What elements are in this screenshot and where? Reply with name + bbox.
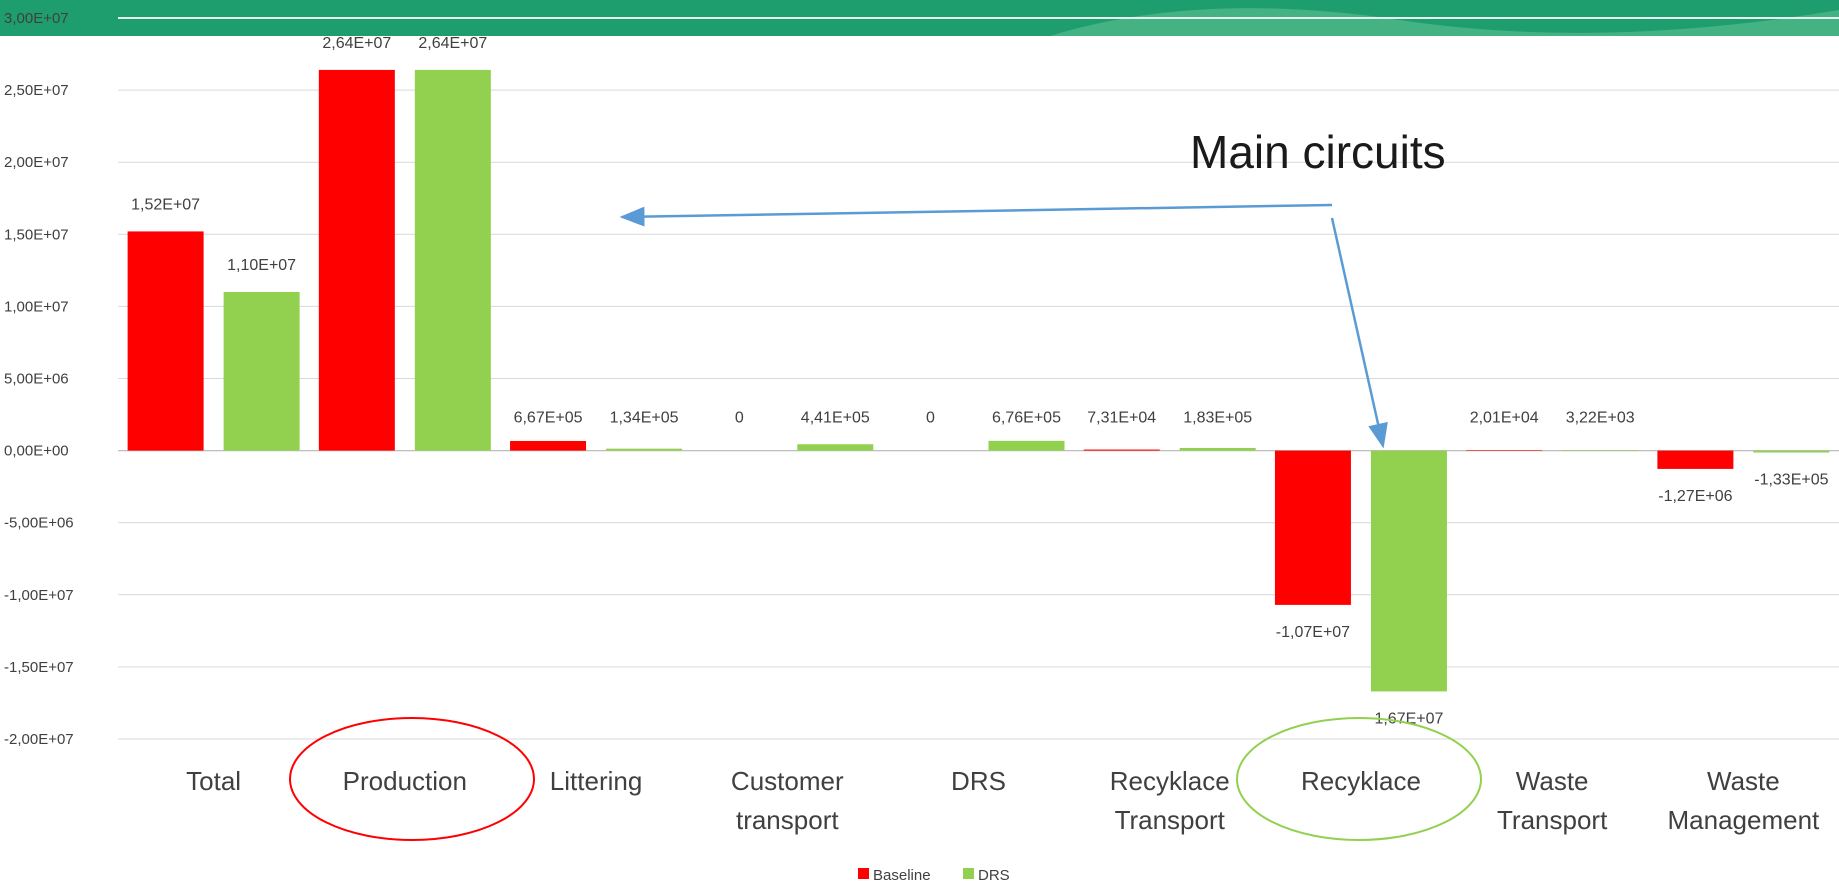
bar-drs — [1753, 450, 1830, 453]
x-category-label: Production — [343, 766, 467, 796]
y-tick-label: 5,00E+06 — [4, 371, 69, 388]
chart: -2,00E+07 -1,50E+07 -1,00E+07 -5,00E+06 0,00… — [0, 0, 1839, 884]
x-category-label: Waste — [1707, 766, 1780, 796]
y-tick-label: 1,50E+07 — [4, 226, 69, 243]
data-label-baseline: 2,01E+04 — [1470, 410, 1539, 427]
bars — [127, 69, 1830, 692]
data-label-baseline: 2,64E+07 — [322, 35, 391, 52]
x-category-label: Recyklace — [1110, 766, 1230, 796]
bar-baseline — [1657, 450, 1734, 469]
legend-label-drs: DRS — [978, 867, 1010, 884]
data-label-drs: 6,76E+05 — [992, 410, 1061, 427]
data-label-drs: 3,22E+03 — [1566, 410, 1635, 427]
bar-baseline — [318, 69, 395, 451]
bar-baseline — [1274, 450, 1351, 605]
bar-baseline — [1083, 449, 1160, 451]
x-category-label: Waste — [1516, 766, 1589, 796]
bar-baseline — [1466, 450, 1543, 451]
data-label-drs: 1,83E+05 — [1183, 410, 1252, 427]
bar-drs — [1562, 450, 1639, 452]
y-tick-label: -1,00E+07 — [4, 587, 74, 604]
x-category-label: DRS — [951, 766, 1006, 796]
x-category-label: Management — [1668, 805, 1821, 835]
data-label-drs: 1,10E+07 — [227, 257, 296, 274]
data-label-baseline: -1,27E+06 — [1658, 488, 1732, 505]
y-tick-label: 2,50E+07 — [4, 82, 69, 99]
x-category-label: Customer — [731, 766, 844, 796]
y-axis: -2,00E+07 -1,50E+07 -1,00E+07 -5,00E+06 0,00… — [4, 10, 74, 748]
annotation-arrow-left — [619, 203, 1333, 227]
legend: Baseline DRS — [858, 867, 1010, 884]
y-tick-label: 2,00E+07 — [4, 154, 69, 171]
bar-drs — [606, 448, 683, 451]
bar-drs — [223, 291, 300, 451]
bar-drs — [1370, 450, 1447, 692]
data-label-baseline: 0 — [926, 410, 935, 427]
bar-drs — [1179, 447, 1256, 451]
x-category-label: Recyklace — [1301, 766, 1421, 796]
x-category-label: transport — [736, 805, 839, 835]
bar-baseline — [510, 440, 587, 451]
y-tick-label: -1,50E+07 — [4, 659, 74, 676]
y-tick-label: -2,00E+07 — [4, 731, 74, 748]
y-tick-label: -5,00E+06 — [4, 515, 74, 532]
y-tick-label: 3,00E+07 — [4, 10, 69, 27]
x-category-label: Transport — [1497, 805, 1608, 835]
data-label-drs: 2,64E+07 — [418, 35, 487, 52]
bar-drs — [797, 444, 874, 451]
bar-baseline — [127, 231, 204, 451]
y-tick-label: 0,00E+00 — [4, 443, 69, 460]
legend-swatch-drs — [963, 868, 974, 879]
legend-label-baseline: Baseline — [873, 867, 931, 884]
data-label-baseline: 7,31E+04 — [1087, 410, 1156, 427]
annotation-text: Main circuits — [1190, 126, 1446, 178]
x-category-label: Littering — [550, 766, 643, 796]
x-category-label: Total — [186, 766, 241, 796]
data-label-drs: 1,34E+05 — [610, 410, 679, 427]
data-label-baseline: 6,67E+05 — [514, 410, 583, 427]
y-tick-label: 1,00E+07 — [4, 298, 69, 315]
data-label-drs: -1,33E+05 — [1754, 472, 1828, 489]
x-axis: Total Production Littering Customer transpor… — [186, 766, 1820, 835]
bar-drs — [414, 69, 491, 451]
data-label-baseline: -1,07E+07 — [1276, 624, 1350, 641]
bar-drs — [988, 440, 1065, 451]
data-label-baseline: 0 — [735, 410, 744, 427]
x-category-label: Transport — [1115, 805, 1226, 835]
data-label-drs: 4,41E+05 — [801, 410, 870, 427]
data-label-baseline: 1,52E+07 — [131, 196, 200, 213]
legend-swatch-baseline — [858, 868, 869, 879]
annotation-arrow-down — [1330, 217, 1388, 449]
